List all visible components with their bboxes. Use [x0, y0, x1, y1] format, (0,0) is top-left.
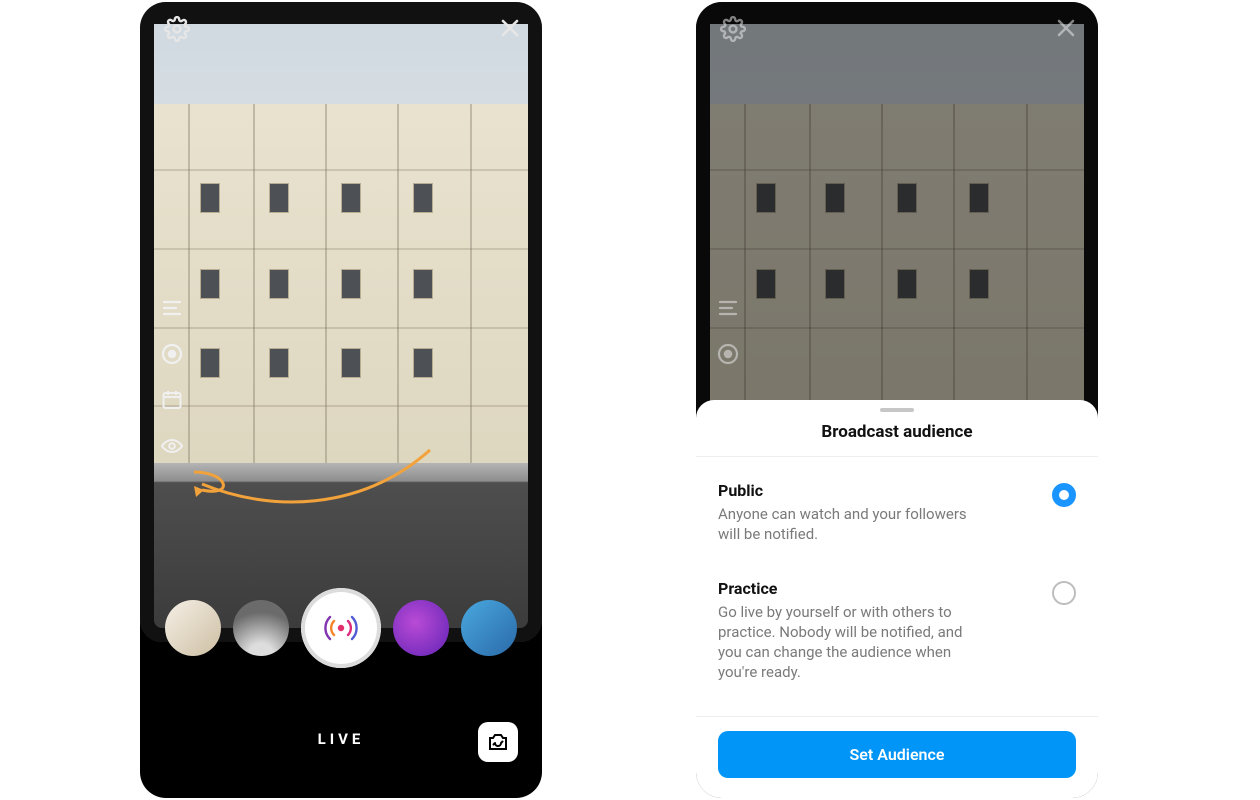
switch-camera-button[interactable]	[478, 722, 518, 762]
sheet-title: Broadcast audience	[696, 412, 1098, 457]
effect-thumb[interactable]	[165, 600, 221, 656]
scene-building	[140, 2, 542, 642]
annotation-arrow	[180, 442, 440, 532]
divider	[696, 716, 1098, 717]
title-icon[interactable]	[716, 296, 740, 320]
effect-thumb[interactable]	[461, 600, 517, 656]
radio-selected-icon[interactable]	[1052, 483, 1076, 507]
effect-thumb[interactable]	[393, 600, 449, 656]
camera-viewfinder	[140, 2, 542, 642]
visibility-icon[interactable]	[160, 342, 184, 366]
title-icon[interactable]	[160, 296, 184, 320]
option-name: Practice	[718, 579, 1034, 598]
live-tools-stack	[716, 296, 740, 366]
audience-option-public[interactable]: Public Anyone can watch and your followe…	[718, 465, 1076, 563]
close-icon[interactable]	[1054, 16, 1078, 40]
live-tools-stack	[160, 296, 184, 458]
phone-broadcast-sheet: Broadcast audience Public Anyone can wat…	[696, 2, 1098, 798]
schedule-icon[interactable]	[160, 388, 184, 412]
audience-option-practice[interactable]: Practice Go live by yourself or with oth…	[718, 563, 1076, 701]
option-description: Anyone can watch and your followers will…	[718, 504, 988, 545]
effects-carousel[interactable]	[140, 588, 542, 668]
visibility-icon[interactable]	[716, 342, 740, 366]
close-icon[interactable]	[498, 16, 522, 40]
gear-icon[interactable]	[164, 16, 190, 42]
broadcast-audience-sheet: Broadcast audience Public Anyone can wat…	[696, 400, 1098, 798]
set-audience-button[interactable]: Set Audience	[718, 731, 1076, 778]
effect-thumb[interactable]	[233, 600, 289, 656]
audience-options: Public Anyone can watch and your followe…	[696, 457, 1098, 710]
go-live-shutter[interactable]	[301, 588, 381, 668]
option-name: Public	[718, 481, 1034, 500]
phone-live-camera: LIVE	[140, 2, 542, 798]
gear-icon[interactable]	[720, 16, 746, 42]
radio-unselected-icon[interactable]	[1052, 581, 1076, 605]
option-description: Go live by yourself or with others to pr…	[718, 602, 988, 683]
